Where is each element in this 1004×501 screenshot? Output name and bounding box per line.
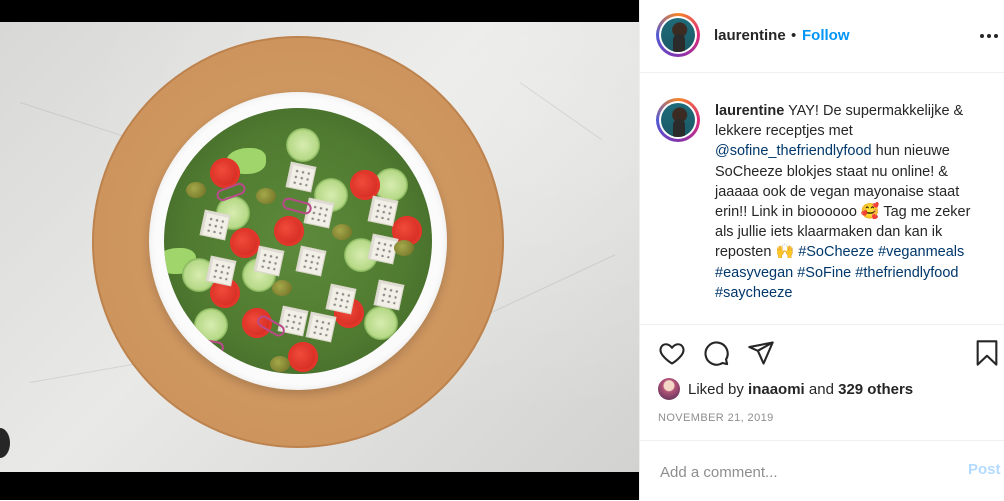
- dot: [994, 34, 998, 38]
- feta-cube: [295, 245, 327, 277]
- avatar[interactable]: [656, 13, 700, 57]
- likes-others[interactable]: 329 others: [838, 381, 913, 398]
- post-sidebar: laurentine • Follow laurentine YAY! De s…: [639, 0, 1004, 500]
- hashtag-link[interactable]: #easyvegan: [715, 265, 793, 281]
- heart-icon[interactable]: [658, 339, 686, 367]
- likes-summary: Liked by inaaomi and 329 others: [658, 376, 913, 402]
- likes-prefix: Liked by: [688, 380, 749, 398]
- avatar-ring-inner: [659, 16, 697, 54]
- olive: [186, 182, 206, 198]
- post-photo[interactable]: [0, 22, 639, 472]
- liker-avatar[interactable]: [658, 378, 680, 400]
- hashtag-link[interactable]: #SoCheeze: [798, 244, 874, 260]
- cucumber-slice: [364, 306, 398, 340]
- hashtag-link[interactable]: #SoFine: [797, 265, 851, 281]
- tomato: [230, 228, 260, 258]
- caption-body: YAY! De supermakkelijke & lekkere recept…: [715, 103, 970, 301]
- hashtag-link[interactable]: #thefriendlyfood: [855, 265, 958, 281]
- feta-cube: [253, 245, 285, 277]
- olive: [394, 240, 414, 256]
- emoji: 🙌: [775, 243, 795, 261]
- feta-cube: [373, 279, 405, 311]
- olive: [270, 356, 290, 372]
- cucumber-slice: [194, 308, 228, 342]
- feta-cube: [367, 195, 399, 227]
- action-bar: [640, 336, 1004, 370]
- olive: [272, 280, 292, 296]
- share-icon[interactable]: [747, 339, 775, 367]
- olive: [256, 188, 276, 204]
- cucumber-slice: [286, 128, 320, 162]
- marble-vein: [29, 361, 149, 383]
- feta-cube: [305, 311, 337, 343]
- hashtag-link[interactable]: #veganmeals: [878, 244, 964, 260]
- caption-username[interactable]: laurentine: [715, 103, 784, 119]
- post-comment-button[interactable]: Post: [968, 461, 1001, 478]
- post-media[interactable]: [0, 0, 639, 500]
- salad: [164, 108, 432, 374]
- hashtag-link[interactable]: #saycheeze: [715, 285, 792, 301]
- comment-bar: Post: [640, 440, 1004, 501]
- olive: [332, 224, 352, 240]
- feta-cube: [199, 209, 231, 241]
- more-options-icon[interactable]: [980, 26, 1000, 46]
- liker-username[interactable]: inaaomi: [748, 381, 805, 398]
- avatar-ring-inner: [659, 101, 697, 139]
- comment-icon[interactable]: [702, 339, 730, 367]
- feta-cube: [285, 161, 317, 193]
- author-username[interactable]: laurentine: [714, 27, 786, 44]
- separator-dot: •: [791, 27, 797, 44]
- comment-input[interactable]: [658, 459, 942, 485]
- follow-button[interactable]: Follow: [802, 27, 850, 44]
- mention-link[interactable]: @sofine_thefriendlyfood: [715, 143, 872, 159]
- dot: [987, 34, 991, 38]
- avatar-image: [661, 18, 695, 52]
- post-header: laurentine • Follow: [640, 0, 1004, 73]
- tomato: [274, 216, 304, 246]
- caption-area: laurentine YAY! De supermakkelijke & lek…: [640, 72, 1004, 325]
- post-date: NOVEMBER 21, 2019: [658, 412, 774, 424]
- dot: [980, 34, 984, 38]
- emoji: 🥰: [860, 203, 880, 221]
- avatar-image: [661, 103, 695, 137]
- tomato: [288, 342, 318, 372]
- likes-text[interactable]: Liked by inaaomi and 329 others: [688, 381, 913, 398]
- caption-avatar[interactable]: [656, 98, 700, 142]
- marble-vein: [519, 82, 603, 141]
- likes-middle: and: [804, 380, 839, 398]
- caption-text: laurentine YAY! De supermakkelijke & lek…: [715, 101, 991, 303]
- feta-cube: [205, 255, 237, 287]
- feta-cube: [325, 283, 357, 315]
- bookmark-icon[interactable]: [973, 339, 1001, 367]
